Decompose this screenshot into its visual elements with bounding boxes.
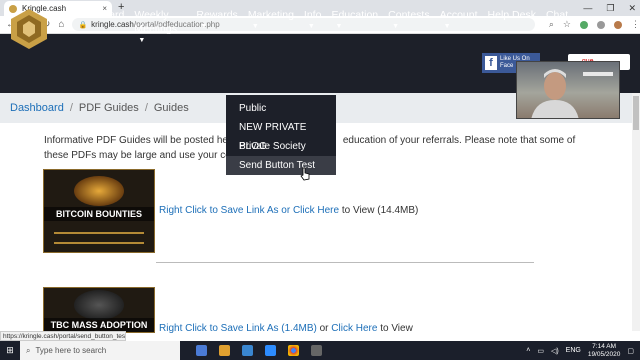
guide-download-link[interactable]: Right Click to Save Link As or Click Her… — [159, 205, 339, 216]
nav-item-label: Education — [331, 9, 379, 21]
intro-part-1: Informative PDF Guides will be posted he… — [44, 135, 237, 146]
nav-item-label: Chat — [545, 9, 569, 21]
breadcrumb-separator: / — [144, 102, 148, 114]
nav-item-label: Dashboard — [73, 9, 125, 21]
task-view-icon[interactable] — [196, 345, 207, 356]
maximize-icon[interactable]: ❐ — [606, 3, 614, 14]
dropdown-item-private-society[interactable]: Private Society — [226, 137, 336, 156]
window-controls: — ❐ ✕ — [583, 0, 636, 16]
zoom-icon[interactable] — [265, 345, 276, 356]
guide-thumbnail-bitcoin-bounties[interactable]: BITCOIN BOUNTIES — [43, 169, 155, 253]
volume-icon[interactable]: ◁) — [551, 347, 559, 355]
nav-item-label: Info — [303, 9, 322, 21]
nav-item-label: Marketing — [247, 9, 294, 21]
breadcrumb-current: Guides — [153, 102, 189, 114]
webcam-overlay — [516, 61, 620, 119]
nav-item-marketing[interactable]: Marketing ▼ — [243, 8, 299, 46]
system-tray: ˄ ▭ ◁) ENG 7:14 AM 19/05/2020 ▢ — [526, 343, 640, 359]
main-menu: Dashboard Weekly Meetings ▼ Rewards ▼ Marketi… — [68, 8, 573, 46]
guide-or-text: or — [316, 323, 332, 334]
facebook-icon: f — [485, 56, 497, 70]
mail-icon[interactable] — [242, 345, 253, 356]
scrollbar-thumb[interactable] — [633, 96, 639, 130]
tray-up-icon[interactable]: ˄ — [526, 347, 530, 354]
kringle-logo[interactable] — [8, 8, 50, 50]
guide-thumbnail-tbc-mass-adoption[interactable]: TBC MASS ADOPTION — [43, 287, 155, 333]
guide-suffix-text: to View — [377, 323, 413, 334]
info-dropdown-menu: Public NEW PRIVATE BLOG Private Society … — [226, 95, 336, 175]
link-status-bar: https://kringle.cash/portal/send_button_… — [0, 331, 126, 341]
network-icon[interactable]: ▭ — [537, 347, 544, 355]
caret-down-icon: ▼ — [307, 23, 315, 30]
guide-download-link[interactable]: Right Click to Save Link As (1.4MB) — [159, 323, 317, 334]
breadcrumb-pdf-guides: PDF Guides — [78, 102, 139, 114]
nav-item-label: Help Desk — [487, 9, 536, 21]
nav-item-help-desk[interactable]: Help Desk — [483, 8, 541, 46]
divider — [156, 262, 534, 263]
notifications-icon[interactable]: ▢ — [627, 347, 634, 355]
windows-taskbar: ⊞ ⌕ Type here to search ˄ ▭ ◁) ENG 7:14 … — [0, 341, 640, 360]
guide-row-text: Right Click to Save Link As or Click Her… — [159, 205, 418, 216]
file-explorer-icon[interactable] — [219, 345, 230, 356]
breadcrumb-dashboard[interactable]: Dashboard — [10, 102, 64, 114]
caret-down-icon: ▼ — [138, 37, 146, 44]
browser-menu-icon[interactable]: ⋮ — [631, 19, 640, 30]
nav-item-info[interactable]: Info ▼ — [299, 8, 327, 46]
caret-down-icon: ▼ — [200, 23, 208, 30]
extension-icon[interactable] — [580, 20, 588, 29]
breadcrumb-separator: / — [69, 102, 73, 114]
profile-avatar[interactable] — [614, 20, 622, 29]
dropdown-item-private-blog[interactable]: NEW PRIVATE BLOG — [226, 118, 336, 152]
minimize-icon[interactable]: — — [583, 3, 592, 13]
app-icon[interactable] — [311, 345, 322, 356]
dropdown-item-public[interactable]: Public — [226, 99, 336, 118]
clock-time: 7:14 AM — [592, 342, 617, 350]
taskbar-search-placeholder: Type here to search — [35, 346, 107, 355]
close-window-icon[interactable]: ✕ — [628, 3, 636, 14]
chrome-icon[interactable] — [288, 345, 299, 356]
taskbar-search[interactable]: ⌕ Type here to search — [20, 341, 180, 360]
nav-item-label: Contests — [388, 9, 430, 21]
guide-thumbnail-title: TBC MASS ADOPTION — [44, 318, 154, 332]
windows-start-icon[interactable]: ⊞ — [0, 341, 20, 360]
caret-down-icon: ▼ — [443, 23, 451, 30]
caret-down-icon: ▼ — [251, 23, 259, 30]
nav-item-account[interactable]: Account ▼ — [435, 8, 483, 46]
nav-item-chat[interactable]: Chat — [541, 8, 573, 46]
guide-row-text: Right Click to Save Link As (1.4MB) or C… — [159, 323, 413, 334]
guide-view-link[interactable]: Click Here — [331, 323, 377, 334]
hand-cursor-icon — [300, 167, 310, 181]
home-icon[interactable]: ⌂ — [58, 19, 64, 30]
nav-item-dashboard[interactable]: Dashboard — [68, 8, 129, 46]
presenter-video-icon — [531, 69, 613, 118]
tray-language[interactable]: ENG — [566, 347, 581, 354]
nav-item-label: Account — [439, 9, 478, 21]
nav-item-label: Rewards — [196, 9, 238, 21]
nav-item-weekly-meetings[interactable]: Weekly Meetings ▼ — [129, 8, 191, 46]
caret-down-icon: ▼ — [335, 23, 343, 30]
nav-item-rewards[interactable]: Rewards ▼ — [191, 8, 242, 46]
nav-item-contests[interactable]: Contests ▼ — [383, 8, 434, 46]
guide-size-text: to View (14.4MB) — [339, 205, 419, 216]
clock-date: 19/05/2020 — [587, 350, 621, 358]
dropdown-item-send-button-test[interactable]: Send Button Test — [226, 156, 336, 175]
caret-down-icon: ▼ — [392, 23, 400, 30]
nav-item-education[interactable]: Education ▼ — [326, 8, 383, 46]
like-line-2: Face — [500, 63, 514, 69]
extension-icon-2[interactable] — [597, 20, 605, 29]
search-icon: ⌕ — [26, 345, 31, 355]
system-clock[interactable]: 7:14 AM 19/05/2020 — [588, 343, 621, 359]
nav-item-label: Weekly Meetings — [134, 9, 177, 35]
guide-thumbnail-title: BITCOIN BOUNTIES — [44, 207, 154, 221]
taskbar-apps — [196, 345, 322, 356]
